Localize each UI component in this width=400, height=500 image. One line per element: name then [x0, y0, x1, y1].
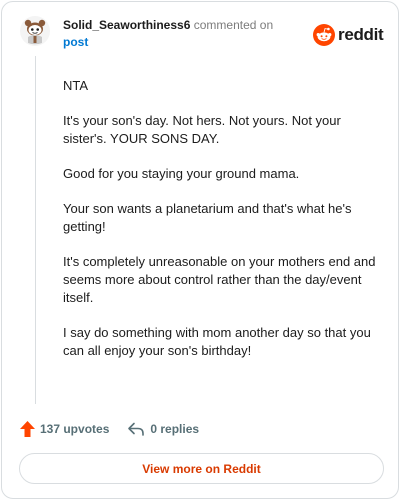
comment-paragraph: Your son wants a planetarium and that's … [63, 201, 352, 234]
comment-paragraph: I say do something with mom another day … [63, 325, 371, 358]
thread-line [35, 56, 36, 404]
replies-button[interactable]: 0 replies [127, 421, 199, 437]
commented-on-text: commented on [193, 18, 274, 32]
reddit-snoo-icon [313, 24, 335, 46]
upvote-arrow-icon [19, 420, 36, 438]
username-link[interactable]: Solid_Seaworthiness6 [63, 18, 190, 32]
snoo-avatar-icon [20, 16, 50, 46]
embedded-comment-card: Solid_Seaworthiness6 commented on post r… [1, 1, 399, 499]
comment-body: NTA It's your son's day. Not hers. Not y… [63, 77, 379, 377]
view-more-on-reddit-button[interactable]: View more on Reddit [19, 453, 384, 484]
comment-paragraph: NTA [63, 78, 89, 93]
comment-paragraph: It's completely unreasonable on your mot… [63, 254, 376, 305]
reply-arrow-icon [127, 421, 145, 437]
post-link[interactable]: post [63, 35, 88, 49]
comment-paragraph: Good for you staying your ground mama. [63, 166, 300, 181]
comment-header: Solid_Seaworthiness6 commented on post [63, 17, 298, 51]
comment-paragraph: It's your son's day. Not hers. Not yours… [63, 113, 341, 146]
upvote-button[interactable]: 137 upvotes [19, 420, 109, 438]
reddit-logo[interactable]: reddit [313, 23, 384, 47]
upvote-count: 137 upvotes [40, 422, 110, 436]
comment-actions: 137 upvotes 0 replies [19, 419, 199, 439]
reddit-wordmark: reddit [338, 25, 384, 44]
reply-count: 0 replies [150, 422, 200, 436]
user-avatar[interactable] [20, 16, 50, 46]
